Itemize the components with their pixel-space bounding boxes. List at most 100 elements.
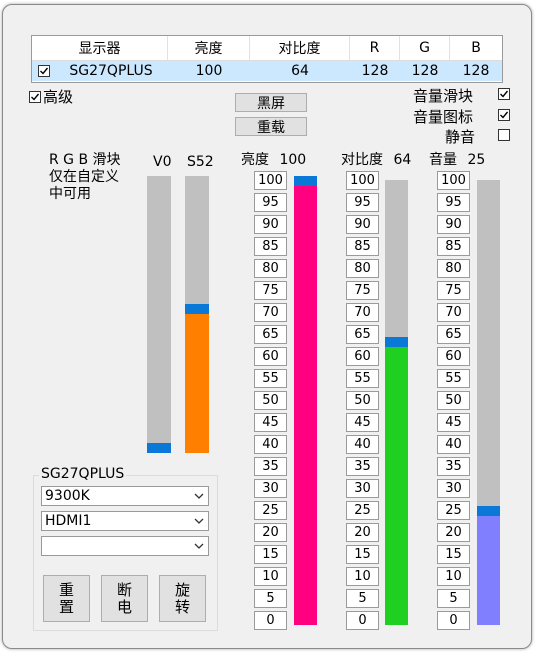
tick-label[interactable]: 5 — [437, 589, 470, 608]
tick-label[interactable]: 10 — [254, 567, 287, 586]
tick-label[interactable]: 60 — [437, 347, 470, 366]
contrast-slider[interactable] — [385, 180, 408, 625]
mute-checkbox[interactable] — [498, 129, 510, 141]
tick-label[interactable]: 60 — [254, 347, 287, 366]
tick-label[interactable]: 25 — [437, 501, 470, 520]
table-row[interactable]: SG27QPLUS 100 64 128 128 128 — [32, 61, 502, 81]
tick-label[interactable]: 50 — [437, 391, 470, 410]
tick-label[interactable]: 100 — [437, 171, 470, 190]
tick-label[interactable]: 30 — [437, 479, 470, 498]
tick-label[interactable]: 5 — [254, 589, 287, 608]
tick-label[interactable]: 75 — [254, 281, 287, 300]
tick-label[interactable]: 75 — [346, 281, 379, 300]
tick-label[interactable]: 90 — [437, 215, 470, 234]
volume-slider-thumb[interactable] — [477, 506, 500, 517]
tick-label[interactable]: 80 — [346, 259, 379, 278]
tick-label[interactable]: 20 — [346, 523, 379, 542]
brightness-slider-thumb[interactable] — [294, 176, 317, 186]
header-contrast[interactable]: 对比度 — [250, 36, 350, 60]
brightness-label: 亮度 — [241, 152, 269, 168]
header-b[interactable]: B — [450, 36, 502, 60]
tick-label[interactable]: 25 — [346, 501, 379, 520]
tick-label[interactable]: 65 — [346, 325, 379, 344]
tick-label[interactable]: 25 — [254, 501, 287, 520]
tick-label[interactable]: 90 — [346, 215, 379, 234]
black-screen-button[interactable]: 黑屏 — [235, 93, 307, 112]
tick-label[interactable]: 55 — [346, 369, 379, 388]
tick-label[interactable]: 30 — [254, 479, 287, 498]
tick-label[interactable]: 95 — [346, 193, 379, 212]
brightness-slider[interactable] — [294, 176, 317, 625]
advanced-checkbox[interactable] — [29, 90, 41, 103]
reset-button[interactable]: 重 置 — [43, 575, 90, 622]
tick-label[interactable]: 15 — [254, 545, 287, 564]
tick-label[interactable]: 85 — [346, 237, 379, 256]
tick-label[interactable]: 100 — [346, 171, 379, 190]
tick-label[interactable]: 85 — [437, 237, 470, 256]
tick-label[interactable]: 40 — [254, 435, 287, 454]
tick-label[interactable]: 45 — [346, 413, 379, 432]
rotate-button[interactable]: 旋 转 — [159, 575, 206, 622]
power-off-button[interactable]: 断 电 — [101, 575, 148, 622]
s-slider[interactable] — [185, 176, 209, 453]
tick-label[interactable]: 0 — [437, 611, 470, 630]
header-display[interactable]: 显示器 — [32, 36, 168, 60]
header-g[interactable]: G — [400, 36, 450, 60]
tick-label[interactable]: 50 — [254, 391, 287, 410]
v-slider-thumb[interactable] — [147, 443, 171, 453]
table-header: 显示器 亮度 对比度 R G B — [32, 36, 502, 61]
tick-label[interactable]: 15 — [437, 545, 470, 564]
advanced-option[interactable]: 高级 — [29, 86, 73, 107]
contrast-slider-fill — [385, 346, 408, 625]
tick-label[interactable]: 100 — [254, 171, 287, 190]
tick-label[interactable]: 45 — [437, 413, 470, 432]
tick-label[interactable]: 80 — [437, 259, 470, 278]
tick-label[interactable]: 30 — [346, 479, 379, 498]
rgb-note-title: R G B 滑块 — [49, 152, 121, 168]
tick-label[interactable]: 45 — [254, 413, 287, 432]
header-r[interactable]: R — [350, 36, 400, 60]
tick-label[interactable]: 40 — [437, 435, 470, 454]
tick-label[interactable]: 95 — [437, 193, 470, 212]
group-title: SG27QPLUS — [39, 466, 127, 482]
tick-label[interactable]: 15 — [346, 545, 379, 564]
tick-label[interactable]: 50 — [346, 391, 379, 410]
volume-slider[interactable] — [477, 180, 500, 625]
tick-label[interactable]: 65 — [254, 325, 287, 344]
tick-label[interactable]: 95 — [254, 193, 287, 212]
contrast-slider-thumb[interactable] — [385, 336, 408, 347]
row-checkbox[interactable] — [38, 65, 50, 77]
contrast-header: 对比度 64 — [341, 149, 411, 169]
tick-label[interactable]: 40 — [346, 435, 379, 454]
tick-label[interactable]: 70 — [346, 303, 379, 322]
volume-slider-checkbox[interactable] — [498, 88, 510, 100]
tick-label[interactable]: 70 — [437, 303, 470, 322]
tick-label[interactable]: 80 — [254, 259, 287, 278]
tick-label[interactable]: 0 — [346, 611, 379, 630]
tick-label[interactable]: 70 — [254, 303, 287, 322]
tick-label[interactable]: 85 — [254, 237, 287, 256]
s-slider-thumb[interactable] — [185, 304, 209, 315]
tick-label[interactable]: 10 — [437, 567, 470, 586]
tick-label[interactable]: 35 — [437, 457, 470, 476]
tick-label[interactable]: 75 — [437, 281, 470, 300]
tick-label[interactable]: 60 — [346, 347, 379, 366]
v-slider[interactable] — [147, 176, 171, 453]
tick-label[interactable]: 35 — [346, 457, 379, 476]
tick-label[interactable]: 65 — [437, 325, 470, 344]
volume-icon-checkbox[interactable] — [498, 109, 510, 121]
tick-label[interactable]: 55 — [437, 369, 470, 388]
tick-label[interactable]: 90 — [254, 215, 287, 234]
extra-select[interactable] — [41, 536, 209, 556]
tick-label[interactable]: 35 — [254, 457, 287, 476]
tick-label[interactable]: 20 — [254, 523, 287, 542]
tick-label[interactable]: 20 — [437, 523, 470, 542]
reload-button[interactable]: 重载 — [235, 117, 307, 136]
tick-label[interactable]: 55 — [254, 369, 287, 388]
tick-label[interactable]: 0 — [254, 611, 287, 630]
tick-label[interactable]: 10 — [346, 567, 379, 586]
color-preset-select[interactable]: 9300K — [41, 486, 209, 506]
tick-label[interactable]: 5 — [346, 589, 379, 608]
input-source-select[interactable]: HDMI1 — [41, 511, 209, 531]
header-brightness[interactable]: 亮度 — [168, 36, 250, 60]
